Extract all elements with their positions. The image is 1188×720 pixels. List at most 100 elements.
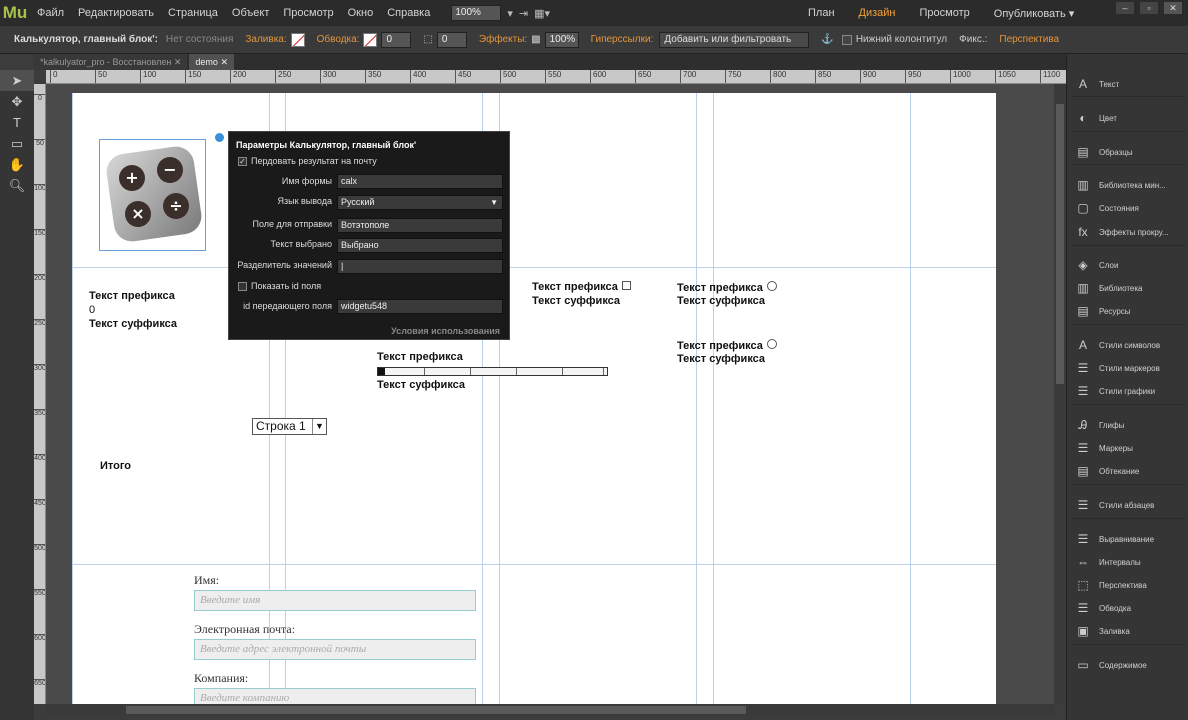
rectangle-tool-icon[interactable]: ▭: [0, 133, 34, 154]
panel-item[interactable]: ◐ Цвет: [1067, 108, 1188, 128]
crop-tool-icon[interactable]: ✥: [0, 91, 34, 112]
ruler-tick-label: 750: [725, 70, 741, 83]
zoom-level-field[interactable]: 100%: [451, 5, 502, 21]
panel-item[interactable]: ◈ Слои: [1067, 255, 1188, 275]
block3-radio[interactable]: [766, 281, 777, 291]
tab-close-icon[interactable]: ✕: [220, 57, 228, 67]
panel-item[interactable]: ☰ Обводка: [1067, 598, 1188, 618]
lang-select[interactable]: Русский ▼: [337, 195, 503, 210]
stroke-width-field[interactable]: 0: [381, 31, 412, 48]
preview-arrow-icon[interactable]: ⇥: [519, 7, 528, 20]
mode-design[interactable]: Дизайн: [847, 7, 908, 19]
chevron-down-icon[interactable]: ▼: [490, 196, 498, 209]
form-name-input[interactable]: Введите имя: [194, 590, 476, 611]
panel-item[interactable]: ▭ Содержимое: [1067, 655, 1188, 675]
ruler-tick-label: 600: [590, 70, 606, 83]
spacing-icon[interactable]: ⬚: [423, 34, 432, 45]
menu-file[interactable]: Файл: [30, 0, 71, 26]
vertical-scrollbar[interactable]: [1054, 84, 1066, 704]
separator-input[interactable]: |: [337, 259, 503, 274]
menu-page[interactable]: Страница: [161, 0, 225, 26]
text-tool-icon[interactable]: T: [0, 112, 34, 133]
form-company-input[interactable]: Введите компанию: [194, 688, 476, 704]
close-icon[interactable]: ✕: [1164, 2, 1182, 14]
block2-prefix: Текст префикса: [532, 281, 631, 293]
menu-help[interactable]: Справка: [380, 0, 437, 26]
hyperlink-dropdown[interactable]: Добавить или фильтровать: [659, 31, 810, 48]
menu-view[interactable]: Просмотр: [276, 0, 340, 26]
panel-item[interactable]: Ꭿ Глифы: [1067, 415, 1188, 435]
ruler-tick-label: 250: [34, 319, 46, 327]
panel-item[interactable]: ▤ Образцы: [1067, 142, 1188, 162]
opacity-field[interactable]: 100%: [544, 31, 579, 48]
send-field-input[interactable]: Вотэтополе: [337, 218, 503, 233]
options-trigger-icon[interactable]: [215, 133, 224, 142]
design-page[interactable]: + − × ÷ Текст префикса 0 Текст суффикса …: [72, 93, 996, 704]
form-name-label: Имя формы: [281, 176, 332, 186]
panel-item[interactable]: ▥ Библиотека: [1067, 278, 1188, 298]
horizontal-scrollbar[interactable]: [46, 704, 1054, 716]
field-id-input[interactable]: widgetu548: [337, 299, 503, 314]
tab-demo[interactable]: demo ✕: [189, 54, 234, 70]
perspective-label[interactable]: Перспектива: [999, 34, 1059, 45]
footer-checkbox[interactable]: [841, 34, 852, 45]
hyperlinks-label[interactable]: Гиперссылки:: [591, 34, 654, 45]
slider-handle[interactable]: [378, 368, 385, 375]
menu-edit[interactable]: Редактировать: [71, 0, 161, 26]
minimize-icon[interactable]: –: [1116, 2, 1134, 14]
panel-item[interactable]: ☰ Стили абзацев: [1067, 495, 1188, 515]
mode-preview[interactable]: Просмотр: [908, 7, 982, 19]
panel-item[interactable]: ▢ Состояния: [1067, 198, 1188, 218]
panel-item[interactable]: ⬚ Перспектива: [1067, 575, 1188, 595]
hand-tool-icon[interactable]: ✋: [0, 154, 34, 175]
panel-item[interactable]: ☰ Маркеры: [1067, 438, 1188, 458]
panel-item[interactable]: ▤ Обтекание: [1067, 461, 1188, 481]
panel-item[interactable]: ☰ Стили маркеров: [1067, 358, 1188, 378]
guide-line: [72, 267, 996, 268]
spacing-field[interactable]: 0: [436, 31, 467, 48]
tab-close-icon[interactable]: ✕: [174, 57, 182, 67]
panel-item[interactable]: ⇔ Интервалы: [1067, 552, 1188, 572]
effects-label[interactable]: Эффекты:: [479, 34, 527, 45]
mode-plan[interactable]: План: [796, 7, 847, 19]
menu-object[interactable]: Объект: [225, 0, 276, 26]
menu-window[interactable]: Окно: [341, 0, 381, 26]
zoom-dropdown-icon[interactable]: ▾: [507, 7, 513, 20]
zoom-tool-icon[interactable]: 🔍︎: [0, 175, 34, 196]
panel-item[interactable]: ▣ Заливка: [1067, 621, 1188, 641]
panel-item[interactable]: A Текст: [1067, 74, 1188, 94]
send-email-checkbox[interactable]: ✓: [238, 157, 247, 166]
fill-label[interactable]: Заливка:: [245, 34, 286, 45]
panel-item[interactable]: fx Эффекты прокру...: [1067, 222, 1188, 242]
mode-publish[interactable]: Опубликовать ▾: [982, 7, 1087, 20]
state-dropdown[interactable]: Нет состояния: [166, 34, 233, 45]
range-slider[interactable]: [377, 367, 608, 376]
tab-kalkulyator[interactable]: *kalkulyator_pro - Восстановлен ✕: [34, 54, 188, 70]
panel-item[interactable]: ☰ Стили графики: [1067, 381, 1188, 401]
scrollbar-thumb[interactable]: [1056, 104, 1064, 384]
terms-link[interactable]: Условия использования: [391, 326, 500, 336]
panel-item[interactable]: ☰ Выравнивание: [1067, 529, 1188, 549]
selected-text-input[interactable]: Выбрано: [337, 238, 503, 253]
stroke-swatch[interactable]: [363, 32, 378, 47]
block4-radio[interactable]: [766, 339, 777, 349]
fill-swatch[interactable]: [290, 32, 305, 47]
scrollbar-thumb[interactable]: [126, 706, 746, 714]
panel-label: Библиотека мин...: [1099, 180, 1166, 190]
effects-icon[interactable]: ▩: [531, 34, 540, 45]
block2-checkbox[interactable]: [621, 281, 631, 290]
panel-item[interactable]: ▤ Ресурсы: [1067, 301, 1188, 321]
maximize-icon[interactable]: ▫: [1140, 2, 1158, 14]
anchor-icon[interactable]: ⚓: [821, 34, 833, 45]
form-email-input[interactable]: Введите адрес электронной почты: [194, 639, 476, 660]
panel-item[interactable]: ▥ Библиотека мин...: [1067, 175, 1188, 195]
stroke-label[interactable]: Обводка:: [317, 34, 360, 45]
form-name-field[interactable]: calx: [337, 174, 503, 189]
panel-item[interactable]: A Стили символов: [1067, 335, 1188, 355]
selection-tool-icon[interactable]: ➤: [0, 70, 34, 91]
show-id-checkbox[interactable]: [238, 282, 247, 291]
calculator-image-frame[interactable]: + − × ÷: [99, 139, 206, 251]
chevron-down-icon[interactable]: ▼: [312, 419, 326, 434]
layout-grid-icon[interactable]: ▦▾: [534, 7, 550, 20]
row-select[interactable]: Строка 1 ▼: [252, 418, 327, 435]
